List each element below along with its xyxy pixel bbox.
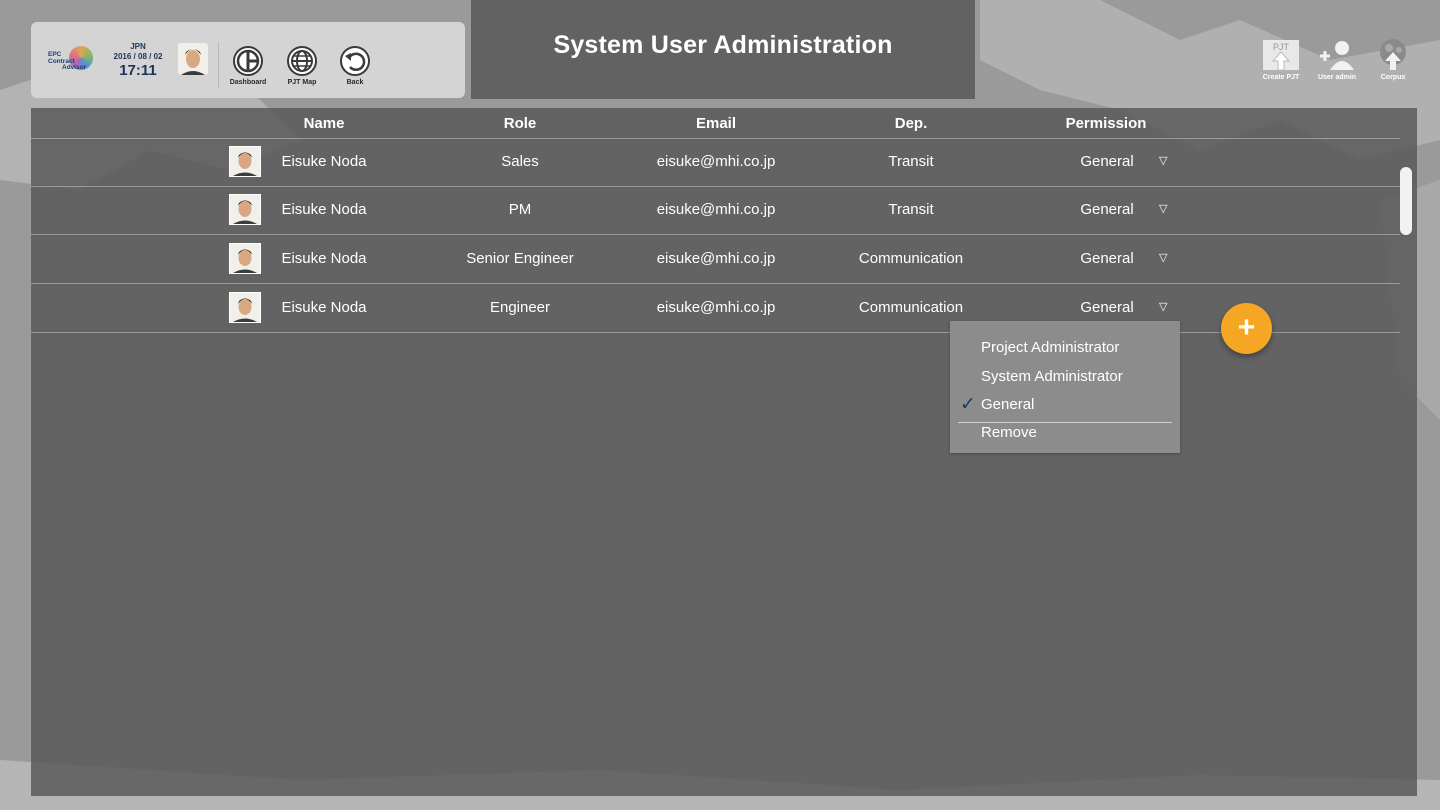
user-permission[interactable]: General [1068,153,1146,170]
permission-dropdown-icon[interactable]: ▽ [1159,251,1167,264]
logo-text: EPC Contract Advisor [48,51,87,72]
menu-item-general[interactable]: General [981,396,1034,413]
pjt-map-button[interactable]: PJT Map [279,46,325,86]
create-project-badge: PJT [1273,42,1290,52]
dashboard-button[interactable]: Dashboard [225,46,271,86]
user-role: Senior Engineer [466,250,574,267]
pjt-map-label: PJT Map [287,79,317,86]
table-scrollbar[interactable] [1400,167,1412,235]
user-permission[interactable]: General [1068,299,1146,316]
current-time: 17:11 [119,62,157,79]
back-button[interactable]: Back [332,46,378,86]
user-department: Transit [888,153,934,170]
header-divider [218,42,219,88]
user-name: Eisuke Noda [281,299,367,316]
user-name: Eisuke Noda [281,250,367,267]
user-admin-label: User admin [1317,74,1357,81]
user-role: Engineer [489,299,551,316]
create-project-icon: PJT [1258,38,1304,74]
menu-item-project-administrator[interactable]: Project Administrator [981,339,1119,356]
title-bar: System User Administration [471,0,975,99]
current-date: 2016 / 08 / 02 [113,52,163,61]
corpus-button[interactable]: Corpus [1370,38,1416,81]
column-header-dep[interactable]: Dep. [831,115,991,132]
menu-divider [958,422,1172,423]
user-role: PM [508,201,532,218]
column-header-permission[interactable]: Permission [1051,115,1161,132]
user-table-panel: Name Role Email Dep. Permission Eisuke N… [31,108,1417,796]
user-name: Eisuke Noda [281,201,367,218]
user-email: eisuke@mhi.co.jp [656,299,776,316]
user-avatar [229,194,261,225]
info-panel: EPC Contract Advisor JPN 2016 / 08 / 02 … [31,22,465,98]
user-avatar [229,243,261,274]
dashboard-icon [233,46,263,76]
permission-dropdown-icon[interactable]: ▽ [1159,202,1167,215]
locale-clock: JPN 2016 / 08 / 02 17:11 [103,42,173,79]
globe-icon [287,46,317,76]
back-arrow-icon [340,46,370,76]
permission-dropdown-icon[interactable]: ▽ [1159,300,1167,313]
user-permission[interactable]: General [1068,250,1146,267]
add-user-fab[interactable]: + [1221,303,1272,354]
back-label: Back [346,79,364,86]
user-avatar [229,146,261,177]
profile-avatar[interactable] [178,43,208,75]
user-email: eisuke@mhi.co.jp [656,201,776,218]
table-row[interactable]: Eisuke Noda PM eisuke@mhi.co.jp Transit … [31,186,1400,235]
table-row[interactable]: Eisuke Noda Senior Engineer eisuke@mhi.c… [31,235,1400,284]
add-user-icon [1314,38,1360,74]
user-role: Sales [501,153,539,170]
toolbar: PJT Create PJT User admin Corpus [1258,38,1416,81]
column-header-name[interactable]: Name [259,115,389,132]
user-avatar [229,292,261,323]
permission-dropdown-icon[interactable]: ▽ [1159,154,1167,167]
user-department: Transit [888,201,934,218]
table-header: Name Role Email Dep. Permission [31,108,1400,139]
column-header-role[interactable]: Role [440,115,600,132]
app-logo: EPC Contract Advisor [45,46,95,76]
menu-item-remove[interactable]: Remove [981,424,1037,441]
user-department: Communication [858,299,964,316]
user-email: eisuke@mhi.co.jp [656,250,776,267]
user-admin-button[interactable]: User admin [1314,38,1360,81]
create-project-button[interactable]: PJT Create PJT [1258,38,1304,81]
menu-item-system-administrator[interactable]: System Administrator [981,368,1123,385]
corpus-label: Corpus [1380,74,1406,81]
checkmark-icon: ✓ [960,394,976,415]
user-email: eisuke@mhi.co.jp [656,153,776,170]
corpus-upload-icon [1370,38,1416,74]
table-row[interactable]: Eisuke Noda Engineer eisuke@mhi.co.jp Co… [31,284,1400,333]
user-department: Communication [858,250,964,267]
logo-line-3: Advisor [62,64,87,71]
column-header-email[interactable]: Email [636,115,796,132]
dashboard-label: Dashboard [229,79,267,86]
country-code: JPN [130,42,146,51]
add-icon: + [1237,311,1256,344]
permission-menu: Project Administrator System Administrat… [950,321,1180,453]
page-title: System User Administration [553,31,893,59]
user-name: Eisuke Noda [281,153,367,170]
create-project-label: Create PJT [1262,74,1300,81]
table-row[interactable]: Eisuke Noda Sales eisuke@mhi.co.jp Trans… [31,138,1400,187]
user-permission[interactable]: General [1068,201,1146,218]
